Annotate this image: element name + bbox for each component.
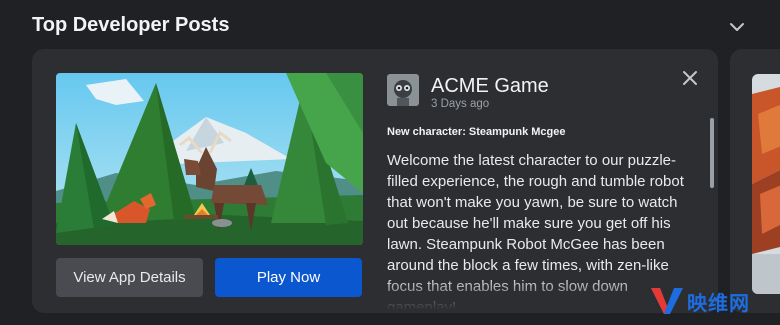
watermark-text: 映维网 bbox=[687, 290, 750, 315]
body-fade-overlay bbox=[387, 276, 692, 310]
game-avatar bbox=[387, 74, 419, 106]
view-app-details-button[interactable]: View App Details bbox=[56, 258, 203, 297]
post-body-container[interactable]: Welcome the latest character to our puzz… bbox=[387, 150, 692, 310]
post-hero-image bbox=[56, 73, 363, 245]
chevron-down-icon[interactable] bbox=[726, 16, 748, 38]
next-post-card-peek[interactable] bbox=[730, 49, 780, 313]
post-scrollbar[interactable] bbox=[710, 118, 714, 188]
site-watermark: 映维网 bbox=[650, 283, 750, 319]
post-subtitle: New character: Steampunk Mcgee bbox=[387, 126, 566, 138]
developer-post-card: View App Details Play Now ACME Game 3 Da… bbox=[32, 49, 718, 313]
section-title: Top Developer Posts bbox=[32, 14, 230, 36]
next-post-thumbnail bbox=[752, 74, 780, 294]
play-now-button[interactable]: Play Now bbox=[215, 258, 362, 297]
close-icon[interactable] bbox=[680, 68, 700, 88]
watermark-logo-icon bbox=[651, 288, 683, 314]
post-timestamp: 3 Days ago bbox=[431, 98, 490, 110]
game-title: ACME Game bbox=[431, 75, 549, 97]
